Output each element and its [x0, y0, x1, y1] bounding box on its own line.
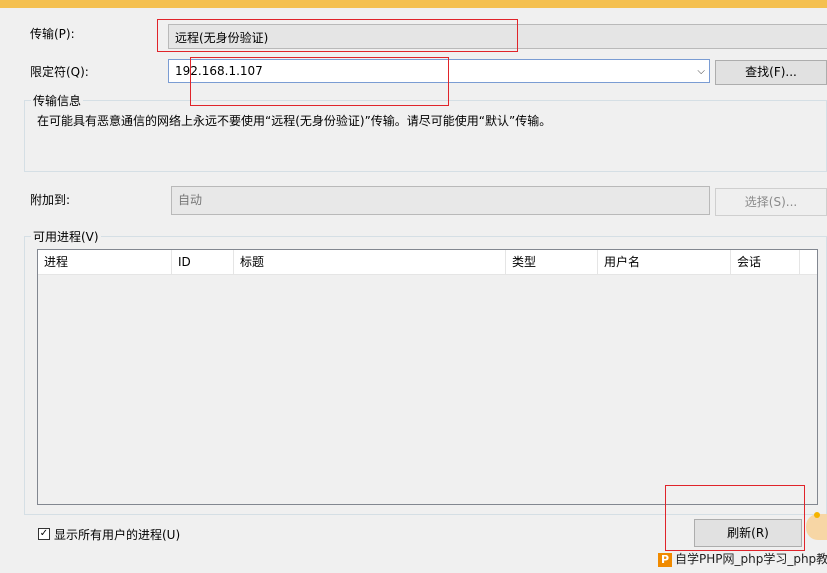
find-button[interactable]: 查找(F)...	[715, 60, 827, 85]
attach-to-value: 自动	[178, 193, 203, 207]
column-header-session[interactable]: 会话	[731, 250, 800, 274]
column-header-title[interactable]: 标题	[234, 250, 506, 274]
watermark: P 自学PHP网_php学习_php教	[658, 550, 827, 567]
qualifier-input[interactable]: 192.168.1.107	[175, 64, 263, 78]
transport-info-group	[24, 100, 827, 172]
mascot-dot	[814, 512, 820, 518]
column-header-process[interactable]: 进程	[38, 250, 172, 274]
column-header-id[interactable]: ID	[172, 250, 234, 274]
refresh-button[interactable]: 刷新(R)	[694, 519, 802, 547]
attach-to-field: 自动	[171, 186, 710, 215]
watermark-text: 自学PHP网_php学习_php教	[675, 552, 827, 566]
transport-combo[interactable]: 远程(无身份验证)	[168, 24, 827, 49]
php-logo-icon: P	[658, 552, 672, 567]
transport-label: 传输(P):	[30, 27, 75, 41]
chevron-down-icon[interactable]: ⌵	[697, 66, 705, 77]
transport-info-text: 在可能具有恶意通信的网络上永远不要使用“远程(无身份验证)”传输。请尽可能使用“…	[37, 114, 552, 128]
column-header-type[interactable]: 类型	[506, 250, 598, 274]
process-list[interactable]: 进程 ID 标题 类型 用户名 会话	[37, 249, 818, 505]
show-all-users-label[interactable]: 显示所有用户的进程(U)	[54, 526, 180, 543]
transport-info-title: 传输信息	[31, 92, 84, 109]
processes-title: 可用进程(V)	[31, 228, 101, 245]
column-header-username[interactable]: 用户名	[598, 250, 731, 274]
qualifier-label: 限定符(Q):	[30, 65, 89, 79]
select-button[interactable]: 选择(S)...	[715, 188, 827, 216]
window-top-border	[0, 0, 827, 8]
process-list-header: 进程 ID 标题 类型 用户名 会话	[38, 250, 817, 275]
qualifier-combo[interactable]: 192.168.1.107 ⌵	[168, 59, 710, 83]
show-all-users-checkbox[interactable]: ✓	[38, 528, 50, 540]
transport-value: 远程(无身份验证)	[175, 31, 269, 45]
attach-to-label: 附加到:	[30, 193, 71, 207]
